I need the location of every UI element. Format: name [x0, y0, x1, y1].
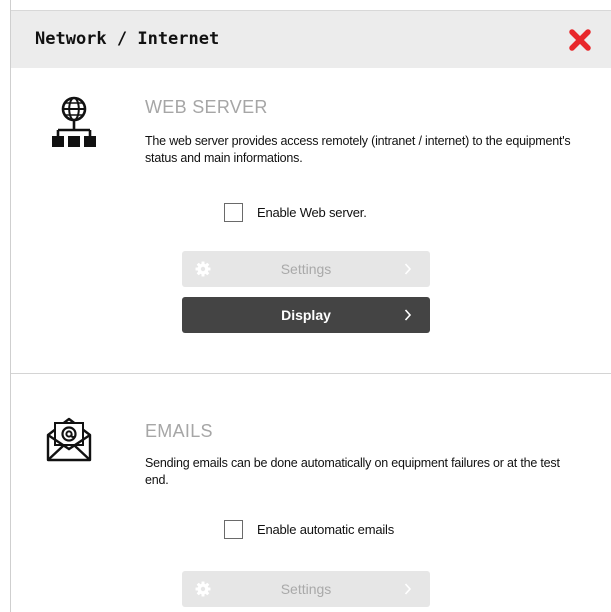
chevron-right-icon	[404, 309, 412, 321]
gear-icon	[195, 261, 211, 277]
enable-web-server-checkbox[interactable]	[224, 203, 243, 222]
dialog-title: Network / Internet	[35, 29, 220, 49]
enable-automatic-emails-checkbox[interactable]	[224, 520, 243, 539]
web-server-settings-button[interactable]: Settings	[182, 251, 430, 287]
chevron-right-icon	[404, 583, 412, 595]
enable-automatic-emails-label: Enable automatic emails	[257, 522, 395, 537]
network-globe-icon	[52, 96, 96, 147]
web-server-description: The web server provides access remotely …	[145, 134, 571, 165]
emails-settings-label: Settings	[280, 581, 332, 597]
emails-settings-button[interactable]: Settings	[182, 571, 430, 607]
chevron-right-icon	[404, 263, 412, 275]
enable-web-server-checkbox-row[interactable]: Enable Web server.	[224, 203, 367, 222]
enable-automatic-emails-checkbox-row[interactable]: Enable automatic emails	[224, 520, 394, 539]
section-divider	[11, 373, 611, 374]
web-server-heading: WEB SERVER	[145, 97, 268, 117]
network-internet-dialog: Network / Internet WEB SERVER The web se…	[10, 0, 611, 612]
dialog-titlebar: Network / Internet	[11, 10, 611, 68]
email-envelope-icon	[46, 417, 92, 462]
web-server-settings-label: Settings	[280, 261, 332, 277]
web-server-display-button[interactable]: Display	[182, 297, 430, 333]
emails-heading: EMAILS	[145, 421, 213, 441]
emails-description: Sending emails can be done automatically…	[145, 456, 560, 487]
close-icon[interactable]	[567, 27, 593, 53]
enable-web-server-label: Enable Web server.	[257, 205, 367, 220]
web-server-display-label: Display	[281, 307, 331, 323]
gear-icon	[195, 581, 211, 597]
